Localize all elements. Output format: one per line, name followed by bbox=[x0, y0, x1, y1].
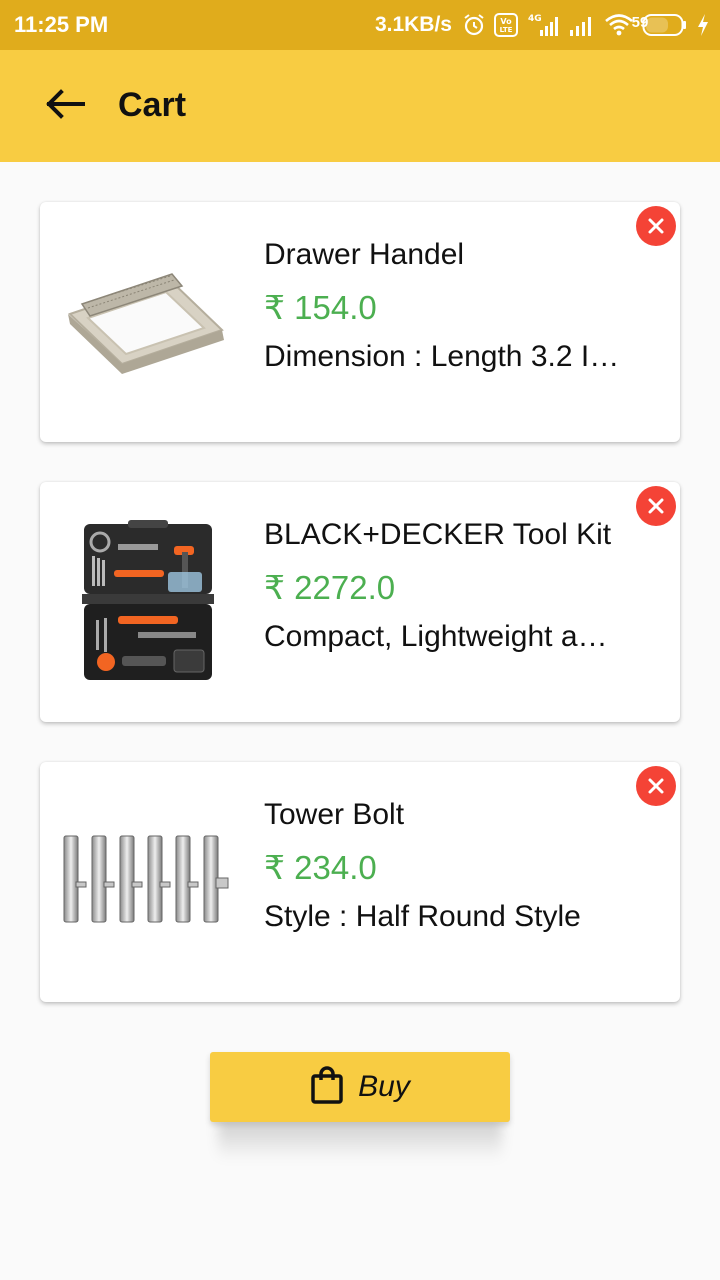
svg-text:4G: 4G bbox=[528, 14, 542, 24]
item-description: Dimension : Length 3.2 Inch bbox=[264, 340, 624, 373]
status-bar: 11:25 PM 3.1KB/s Vo LTE 4G 59 bbox=[0, 0, 720, 50]
shopping-bag-icon bbox=[310, 1065, 344, 1109]
item-description: Compact, Lightweight and Portable bbox=[264, 620, 624, 653]
svg-text:LTE: LTE bbox=[500, 26, 513, 34]
item-name: BLACK+DECKER Tool Kit bbox=[264, 518, 612, 551]
4g-signal-icon: 4G bbox=[526, 12, 560, 38]
item-name: Drawer Handel bbox=[264, 238, 465, 271]
drawer-handle-image bbox=[58, 242, 238, 402]
network-speed: 3.1KB/s bbox=[374, 13, 452, 36]
remove-item-button[interactable] bbox=[636, 206, 676, 246]
cart-item[interactable]: Drawer Handel ₹ 154.0 Dimension : Length… bbox=[40, 202, 680, 442]
page-title: Cart bbox=[118, 86, 187, 124]
status-time: 11:25 PM bbox=[14, 12, 109, 37]
battery-level: 59 bbox=[631, 14, 649, 31]
cart-item[interactable]: BLACK+DECKER Tool Kit ₹ 2272.0 Compact, … bbox=[40, 482, 680, 722]
item-price: ₹ 2272.0 bbox=[264, 569, 396, 606]
remove-item-button[interactable] bbox=[636, 766, 676, 806]
cart-item[interactable]: Tower Bolt ₹ 234.0 Style : Half Round St… bbox=[40, 762, 680, 1002]
signal-icon bbox=[568, 13, 596, 37]
item-price: ₹ 154.0 bbox=[264, 289, 377, 326]
svg-text:Vo: Vo bbox=[500, 17, 512, 26]
tool-kit-image bbox=[58, 520, 238, 682]
buy-button[interactable]: Buy bbox=[210, 1052, 510, 1122]
arrow-left-icon bbox=[45, 88, 85, 124]
close-icon bbox=[648, 778, 664, 794]
item-description: Style : Half Round Style bbox=[264, 900, 581, 933]
buy-button-label: Buy bbox=[358, 1070, 410, 1103]
close-icon bbox=[648, 498, 664, 514]
item-price: ₹ 234.0 bbox=[264, 849, 377, 886]
app-bar: Cart bbox=[0, 50, 720, 162]
buy-button-shadow bbox=[218, 1120, 502, 1160]
status-icons: 3.1KB/s Vo LTE 4G 59 bbox=[375, 10, 710, 40]
remove-item-button[interactable] bbox=[636, 486, 676, 526]
tower-bolt-image bbox=[58, 802, 238, 962]
alarm-icon bbox=[462, 13, 486, 37]
close-icon bbox=[648, 218, 664, 234]
item-name: Tower Bolt bbox=[264, 798, 405, 831]
back-button[interactable] bbox=[40, 84, 90, 128]
charging-icon bbox=[696, 13, 710, 37]
volte-icon: Vo LTE bbox=[494, 13, 518, 37]
